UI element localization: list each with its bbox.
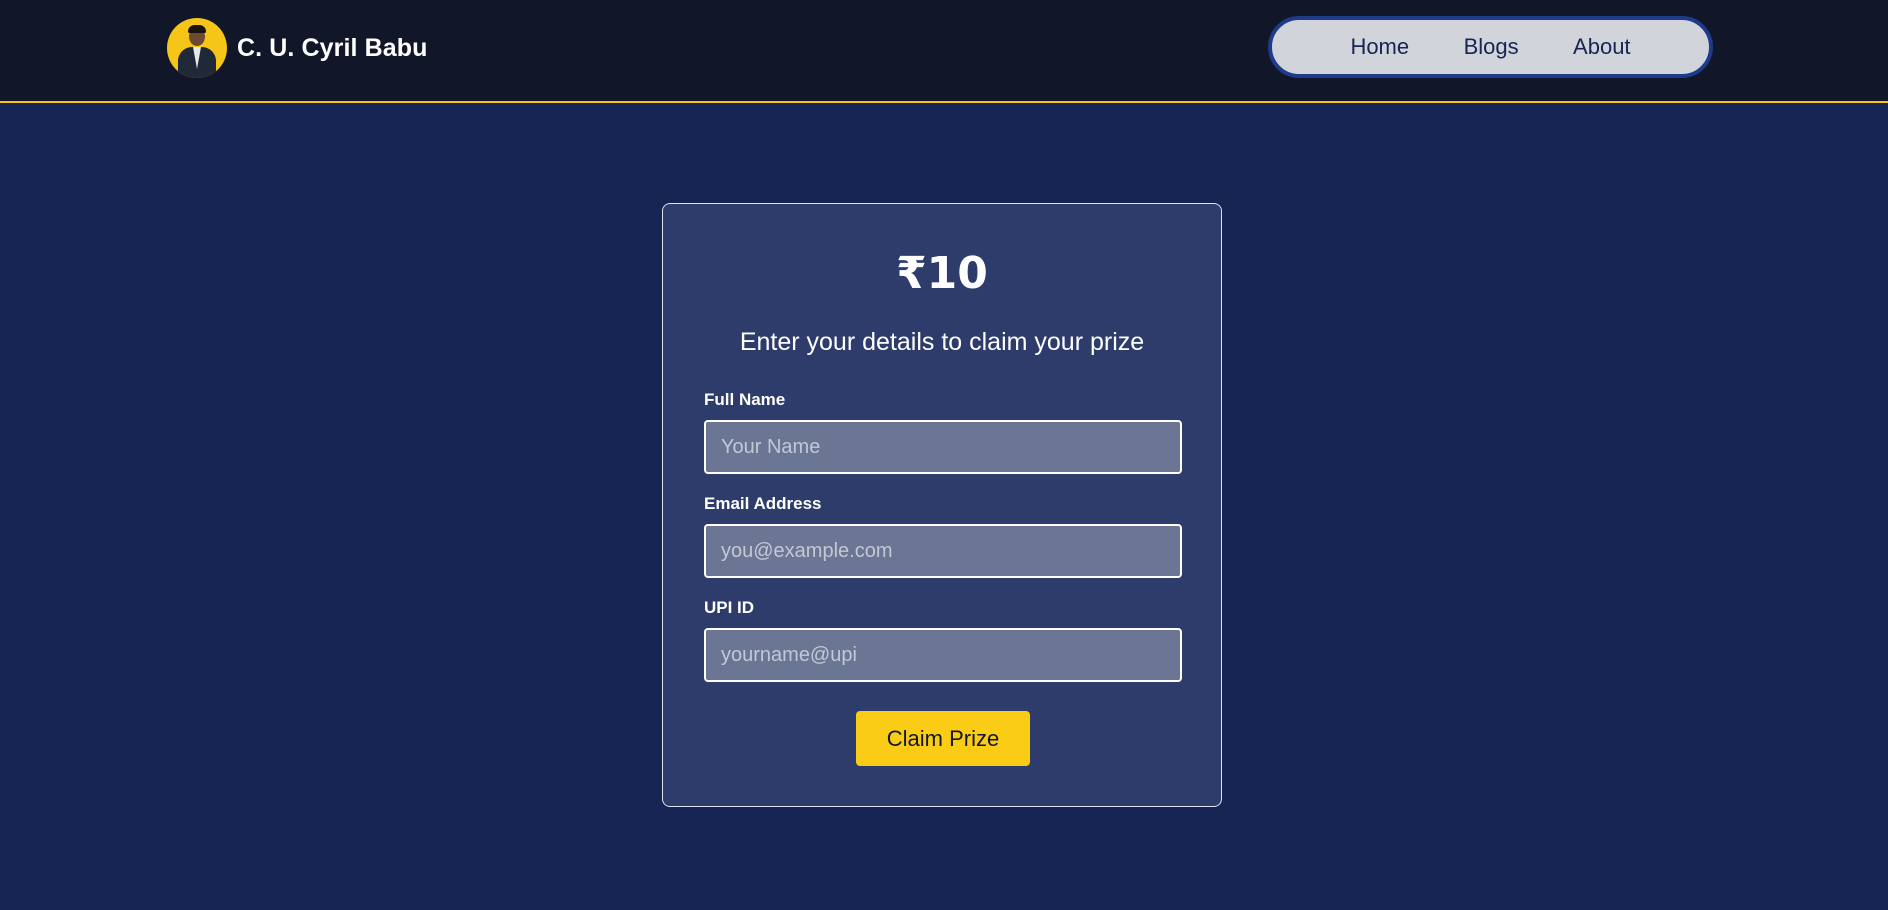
prize-amount: ₹10 — [896, 248, 988, 299]
nav-menu: Home Blogs About — [1268, 16, 1713, 78]
card-subtitle: Enter your details to claim your prize — [739, 328, 1145, 356]
claim-prize-card: ₹10 Enter your details to claim your pri… — [662, 203, 1222, 807]
nav-link-blogs[interactable]: Blogs — [1464, 34, 1519, 60]
nav-link-about[interactable]: About — [1573, 34, 1631, 60]
navbar: C. U. Cyril Babu Home Blogs About — [0, 0, 1888, 103]
full-name-input[interactable] — [704, 420, 1182, 474]
nav-link-home[interactable]: Home — [1350, 34, 1409, 60]
avatar — [167, 18, 227, 78]
full-name-label: Full Name — [704, 390, 786, 409]
email-label: Email Address — [704, 494, 822, 513]
brand[interactable]: C. U. Cyril Babu — [167, 18, 428, 78]
claim-prize-button[interactable]: Claim Prize — [856, 711, 1030, 766]
upi-id-input[interactable] — [704, 628, 1182, 682]
brand-name[interactable]: C. U. Cyril Babu — [237, 34, 428, 63]
upi-id-label: UPI ID — [704, 598, 755, 617]
email-input[interactable] — [704, 524, 1182, 578]
